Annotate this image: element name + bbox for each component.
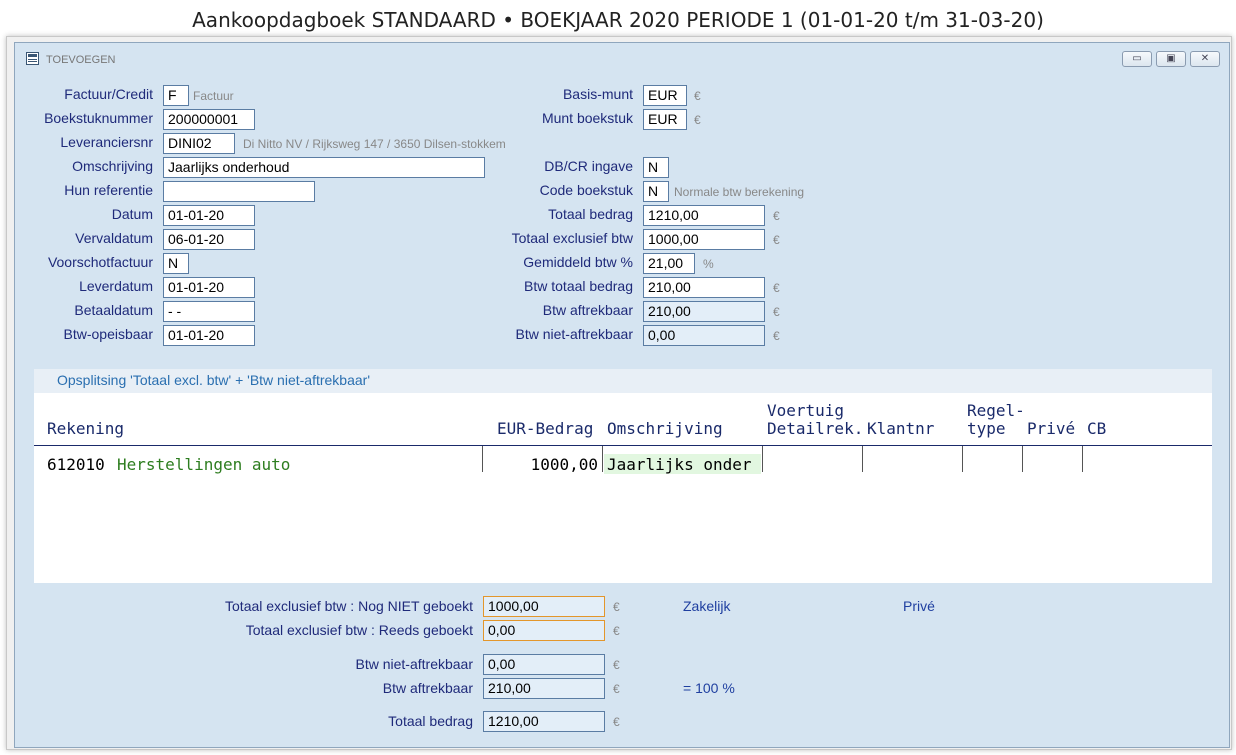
boekstuknummer-field[interactable]: 200000001 (163, 109, 255, 130)
totals-btw-niet-aftrekbaar-unit: € (613, 658, 620, 672)
code-boekstuk-field[interactable]: N (643, 181, 669, 202)
zakelijk-label: Zakelijk (683, 598, 731, 614)
munt-boekstuk-label: Munt boekstuk (541, 110, 633, 126)
leveranciersnr-label: Leveranciersnr (60, 134, 153, 150)
dbcr-ingave-field[interactable]: N (643, 157, 669, 178)
omschrijving-field[interactable]: Jaarlijks onderhoud (163, 157, 485, 178)
row-rekening-naam: Herstellingen auto (117, 455, 291, 474)
factuur-credit-label: Factuur/Credit (64, 86, 153, 102)
hun-referentie-field[interactable] (163, 181, 315, 202)
btw-niet-aftrekbaar-label: Btw niet-aftrekbaar (515, 326, 634, 342)
code-boekstuk-hint: Normale btw berekening (674, 185, 805, 199)
col-header-regeltype: type (967, 419, 1006, 438)
totals-totaal-bedrag-unit: € (613, 715, 620, 729)
leverdatum-label: Leverdatum (79, 278, 153, 294)
basis-munt-field[interactable]: EUR (643, 85, 687, 106)
col-header-cb: CB (1087, 419, 1107, 438)
btw-opeisbaar-field[interactable]: 01-01-20 (163, 325, 255, 346)
btw-niet-aftrekbaar-field: 0,00 (643, 325, 765, 346)
datum-label: Datum (111, 206, 153, 222)
window-menu-icon[interactable] (26, 52, 39, 65)
gemiddeld-btw-field[interactable]: 21,00 (643, 253, 695, 274)
totals-totaal-bedrag-field: 1210,00 (483, 711, 605, 732)
window-title: TOEVOEGEN (46, 54, 116, 66)
gemiddeld-btw-unit: % (703, 257, 714, 271)
nog-niet-geboekt-label: Totaal exclusief btw : Nog NIET geboekt (225, 598, 473, 614)
btw-totaal-bedrag-unit: € (773, 281, 780, 295)
leveranciersnr-field[interactable]: DINI02 (163, 133, 235, 154)
col-header-detailrek: Detailrek. (767, 419, 864, 438)
munt-boekstuk-field[interactable]: EUR (643, 109, 687, 130)
col-header-eur-bedrag: EUR-Bedrag (497, 419, 594, 438)
col-header-voertuig: Voertuig (767, 401, 845, 420)
basis-munt-unit: € (694, 89, 701, 103)
code-boekstuk-label: Code boekstuk (539, 182, 633, 198)
totals-btw-niet-aftrekbaar-label: Btw niet-aftrekbaar (355, 656, 474, 672)
reeds-geboekt-label: Totaal exclusief btw : Reeds geboekt (245, 622, 473, 638)
datum-field[interactable]: 01-01-20 (163, 205, 255, 226)
basis-munt-label: Basis-munt (562, 86, 633, 102)
nog-niet-geboekt-field: 1000,00 (483, 596, 605, 617)
btw-totaal-bedrag-label: Btw totaal bedrag (524, 278, 633, 294)
totaal-bedrag-field[interactable]: 1210,00 (643, 205, 765, 226)
btw-aftrekbaar-field: 210,00 (643, 301, 765, 322)
col-header-klantnr: Klantnr (867, 419, 935, 438)
split-section-title: Opsplitsing 'Totaal excl. btw' + 'Btw ni… (57, 372, 370, 388)
reeds-geboekt-unit: € (613, 624, 620, 638)
betaaldatum-label: Betaaldatum (74, 302, 153, 318)
percent-note: = 100 % (683, 680, 735, 696)
totaal-bedrag-label: Totaal bedrag (548, 206, 633, 222)
col-header-rekening: Rekening (47, 419, 125, 438)
row-omschrijving[interactable]: Jaarlijks onder (604, 454, 761, 474)
row-rekening-nr: 612010 (47, 455, 105, 474)
totals-btw-aftrekbaar-label: Btw aftrekbaar (382, 680, 473, 696)
dbcr-ingave-label: DB/CR ingave (544, 158, 633, 174)
minimize-button[interactable]: ▭ (1122, 51, 1152, 67)
totals-btw-aftrekbaar-field: 210,00 (483, 678, 605, 699)
totals-btw-aftrekbaar-unit: € (613, 682, 620, 696)
btw-opeisbaar-label: Btw-opeisbaar (63, 326, 154, 342)
factuur-credit-hint: Factuur (193, 89, 234, 103)
boekstuknummer-label: Boekstuknummer (44, 110, 153, 126)
totaal-excl-btw-unit: € (773, 233, 780, 247)
omschrijving-label: Omschrijving (72, 158, 153, 174)
prive-label: Privé (903, 598, 935, 614)
totals-totaal-bedrag-label: Totaal bedrag (388, 713, 473, 729)
voorschotfactuur-label: Voorschotfactuur (47, 254, 153, 270)
app-title: Aankoopdagboek STANDAARD • BOEKJAAR 2020… (192, 8, 1044, 32)
btw-niet-aftrekbaar-unit: € (773, 329, 780, 343)
totaal-excl-btw-label: Totaal exclusief btw (511, 230, 633, 246)
reeds-geboekt-field: 0,00 (483, 620, 605, 641)
col-header-prive: Privé (1027, 419, 1076, 438)
col-header-regel: Regel- (967, 401, 1025, 420)
totals-btw-niet-aftrekbaar-field: 0,00 (483, 654, 605, 675)
voorschotfactuur-field[interactable]: N (163, 253, 189, 274)
munt-boekstuk-unit: € (694, 113, 701, 127)
col-header-omschrijving: Omschrijving (607, 419, 723, 438)
table-row[interactable]: 612010 Herstellingen auto 1000,00 Jaarli… (34, 446, 1212, 474)
nog-niet-geboekt-unit: € (613, 600, 620, 614)
hun-referentie-label: Hun referentie (64, 182, 153, 198)
close-button[interactable]: ✕ (1190, 51, 1220, 67)
btw-aftrekbaar-unit: € (773, 305, 780, 319)
btw-totaal-bedrag-field[interactable]: 210,00 (643, 277, 765, 298)
gemiddeld-btw-label: Gemiddeld btw % (523, 254, 633, 270)
leverancier-address-hint: Di Nitto NV / Rijksweg 147 / 3650 Dilsen… (243, 137, 506, 151)
vervaldatum-field[interactable]: 06-01-20 (163, 229, 255, 250)
totaal-bedrag-unit: € (773, 209, 780, 223)
betaaldatum-field[interactable]: - - (163, 301, 255, 322)
totaal-excl-btw-field[interactable]: 1000,00 (643, 229, 765, 250)
leverdatum-field[interactable]: 01-01-20 (163, 277, 255, 298)
factuur-credit-field[interactable]: F (163, 85, 189, 106)
row-eur-bedrag: 1000,00 (530, 455, 598, 474)
vervaldatum-label: Vervaldatum (75, 230, 153, 246)
maximize-button[interactable]: ▣ (1156, 51, 1186, 67)
btw-aftrekbaar-label: Btw aftrekbaar (542, 302, 633, 318)
